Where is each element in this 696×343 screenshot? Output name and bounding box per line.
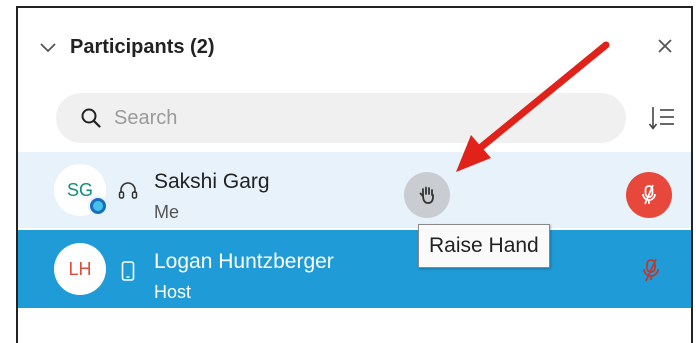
mic-muted-icon (642, 184, 656, 205)
chevron-down-icon[interactable] (38, 37, 58, 57)
raise-hand-button[interactable] (404, 172, 450, 218)
participant-role: Me (154, 202, 180, 222)
sort-icon[interactable] (648, 104, 676, 132)
panel-title: Participants (2) (70, 36, 215, 58)
participant-role: Host (154, 282, 192, 302)
participant-name: Sakshi Garg (154, 170, 270, 193)
presence-status-icon (88, 196, 108, 216)
avatar: LH (54, 243, 106, 295)
participants-panel: Participants (2) Search SG Sakshi Garg M… (16, 6, 693, 343)
hand-icon (419, 186, 434, 204)
search-placeholder: Search (114, 107, 178, 129)
phone-icon (121, 261, 135, 281)
participant-row-sakshi[interactable]: SG Sakshi Garg Me (18, 152, 691, 228)
avatar-initials: LH (68, 258, 92, 279)
headset-icon (118, 182, 138, 199)
close-icon[interactable] (655, 36, 675, 56)
panel-header: Participants (2) (18, 8, 691, 88)
avatar-initials: SG (66, 179, 93, 200)
raise-hand-tooltip: Raise Hand (418, 224, 550, 268)
participant-name: Logan Huntzberger (154, 250, 334, 273)
search-icon (81, 108, 101, 128)
search-input[interactable]: Search (56, 93, 626, 143)
mute-button[interactable] (626, 172, 672, 218)
mic-muted-icon[interactable] (638, 256, 664, 284)
participant-row-logan[interactable]: LH Logan Huntzberger Host (18, 230, 691, 308)
